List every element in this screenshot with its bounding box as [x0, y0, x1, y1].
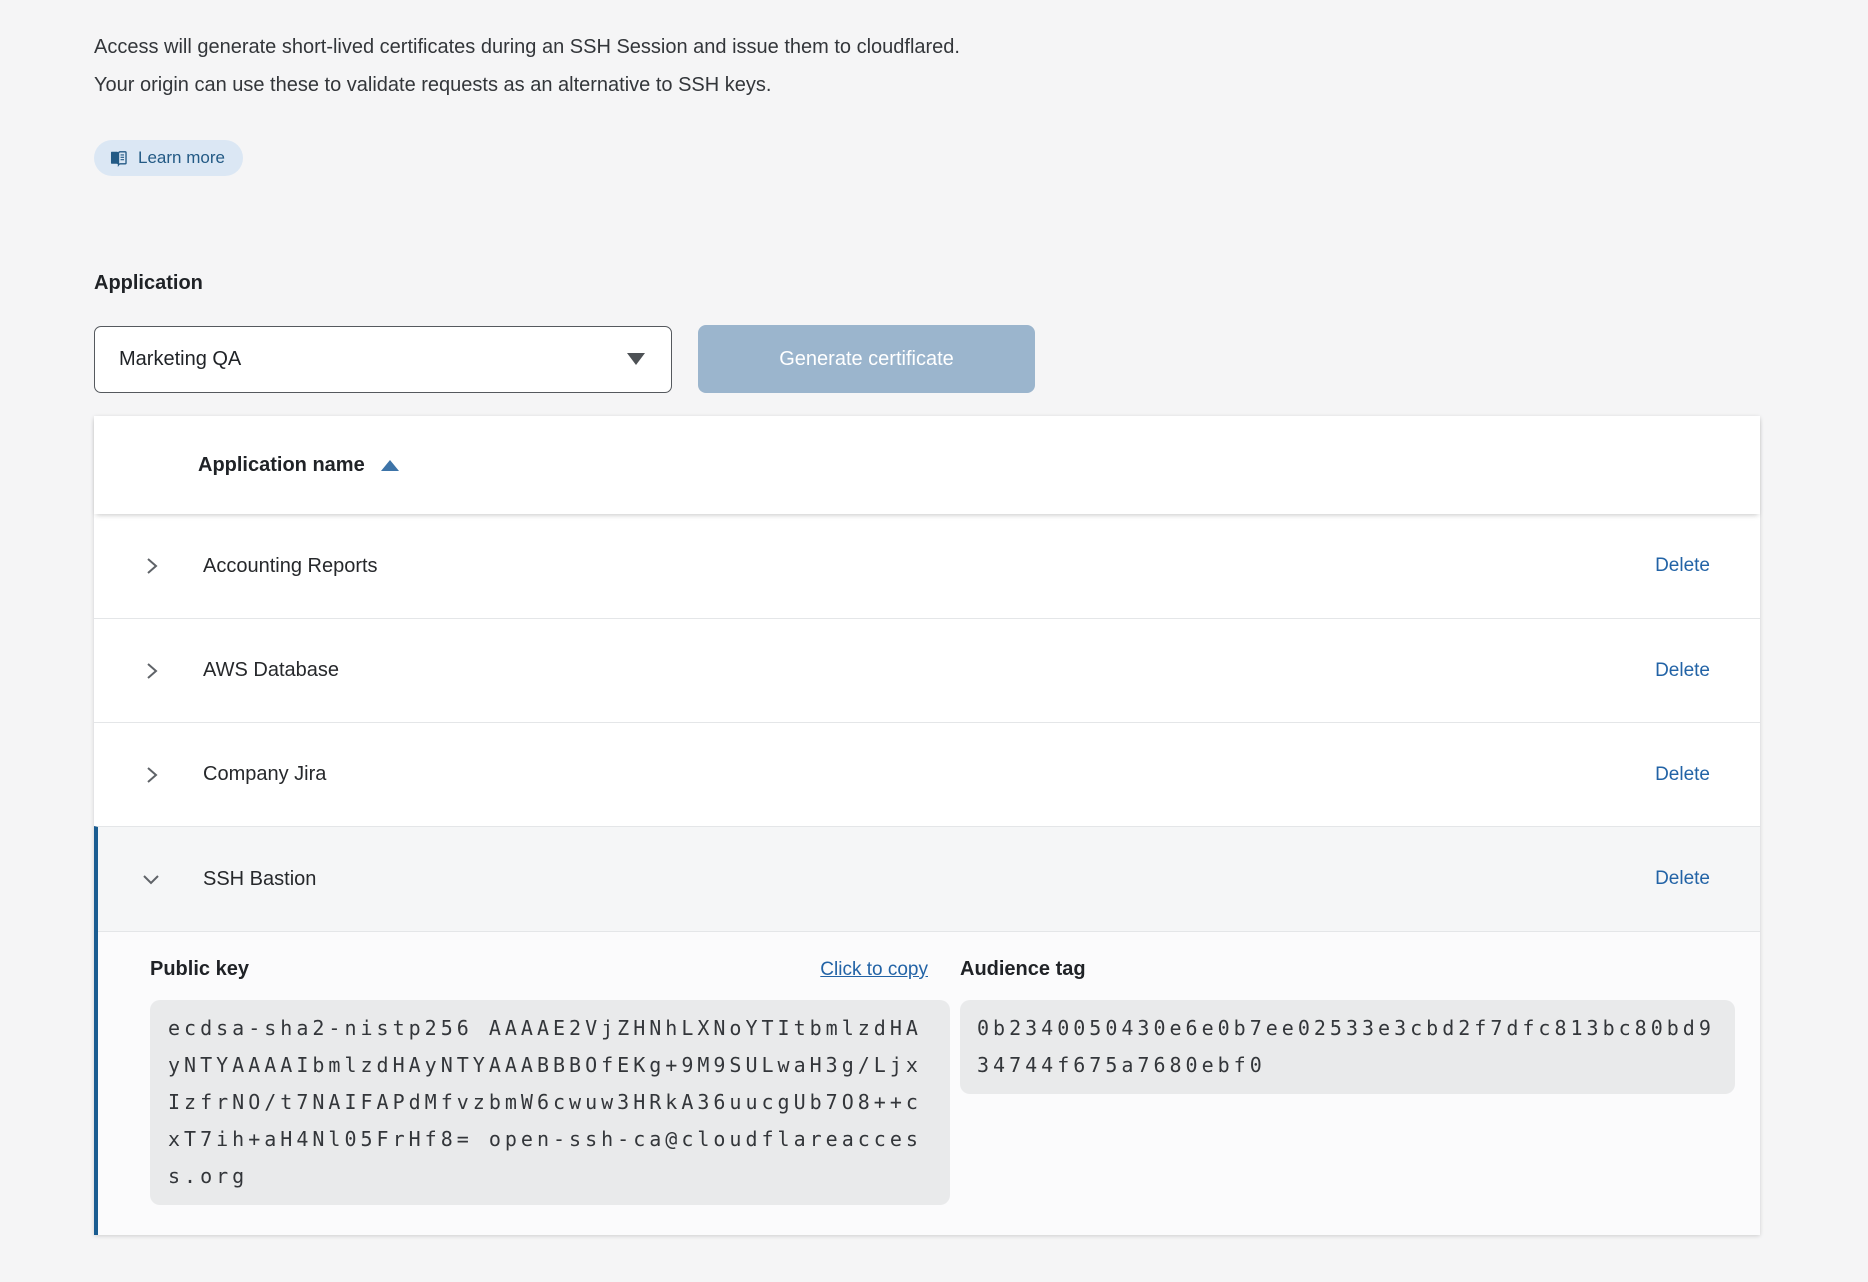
chevron-down-icon[interactable]: [139, 867, 163, 891]
ssh-certificates-page: Access will generate short-lived certifi…: [0, 0, 1868, 1235]
application-row-name: AWS Database: [203, 659, 339, 682]
public-key-label: Public key: [150, 958, 249, 981]
learn-more-label: Learn more: [138, 148, 225, 168]
table-row-ssh-bastion[interactable]: SSH Bastion Delete: [98, 827, 1760, 931]
application-controls: Marketing QA Generate certificate: [94, 325, 1868, 393]
delete-button[interactable]: Delete: [1655, 764, 1710, 786]
delete-button[interactable]: Delete: [1655, 660, 1710, 682]
application-select[interactable]: Marketing QA: [94, 326, 672, 393]
delete-button[interactable]: Delete: [1655, 555, 1710, 577]
public-key-section: Public key Click to copy ecdsa-sha2-nist…: [150, 958, 950, 1205]
audience-tag-section: Audience tag 0b2340050430e6e0b7ee02533e3…: [960, 958, 1735, 1205]
application-label: Application: [94, 272, 1868, 295]
table-rows: Accounting Reports Delete AWS Database D…: [94, 514, 1760, 1235]
applications-table: Application name Accounting Reports Dele…: [94, 416, 1760, 1235]
chevron-right-icon[interactable]: [139, 554, 163, 578]
intro-description: Access will generate short-lived certifi…: [94, 28, 999, 104]
sort-ascending-icon: [381, 460, 399, 471]
learn-more-button[interactable]: Learn more: [94, 140, 243, 176]
delete-button[interactable]: Delete: [1655, 868, 1710, 890]
application-select-value: Marketing QA: [119, 348, 241, 371]
chevron-down-icon: [627, 353, 645, 365]
application-name-column-header: Application name: [198, 454, 365, 477]
chevron-right-icon[interactable]: [139, 763, 163, 787]
expanded-row-group-ssh-bastion: SSH Bastion Delete Public key Click to c…: [94, 826, 1760, 1235]
application-row-name: SSH Bastion: [203, 868, 316, 891]
table-row-accounting-reports[interactable]: Accounting Reports Delete: [94, 514, 1760, 618]
ssh-bastion-detail-panel: Public key Click to copy ecdsa-sha2-nist…: [98, 931, 1760, 1235]
audience-tag-value: 0b2340050430e6e0b7ee02533e3cbd2f7dfc813b…: [960, 1000, 1735, 1094]
table-header: Application name: [94, 416, 1760, 514]
application-row-name: Company Jira: [203, 763, 326, 786]
table-row-company-jira[interactable]: Company Jira Delete: [94, 722, 1760, 826]
chevron-right-icon[interactable]: [139, 659, 163, 683]
public-key-value: ecdsa-sha2-nistp256 AAAAE2VjZHNhLXNoYTIt…: [150, 1000, 950, 1205]
click-to-copy-link[interactable]: Click to copy: [820, 959, 928, 981]
sort-by-application-name[interactable]: Application name: [198, 454, 399, 477]
table-row-aws-database[interactable]: AWS Database Delete: [94, 618, 1760, 722]
generate-certificate-button[interactable]: Generate certificate: [698, 325, 1035, 393]
application-row-name: Accounting Reports: [203, 555, 378, 578]
audience-tag-label: Audience tag: [960, 958, 1086, 981]
book-icon: [109, 149, 128, 168]
